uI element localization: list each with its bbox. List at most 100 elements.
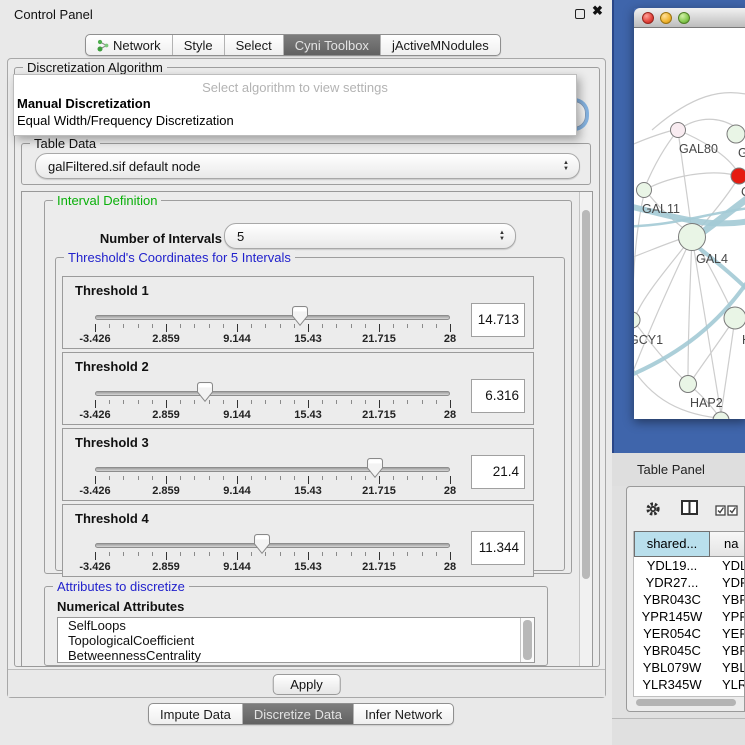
slider-track[interactable] xyxy=(95,315,450,320)
tab-label: jActiveMNodules xyxy=(392,38,489,53)
tab-jactivemnodules[interactable]: jActiveMNodules xyxy=(380,35,500,55)
network-node[interactable] xyxy=(671,123,686,138)
network-node-label: GAL4 xyxy=(696,252,728,266)
split-columns-icon[interactable] xyxy=(681,500,698,520)
network-node-label: GAL80 xyxy=(679,142,718,156)
control-panel: Control Panel ✖ NetworkStyleSelectCyni T… xyxy=(0,0,618,745)
slider-ticks xyxy=(95,400,451,409)
zoom-traffic-light-icon[interactable] xyxy=(678,12,690,24)
network-node[interactable] xyxy=(724,307,745,329)
cell-name[interactable]: YBL0 xyxy=(710,659,744,676)
bottom-tab-bar: Impute Data Discretize Data Infer Network xyxy=(148,703,454,725)
slider-thumb-icon[interactable] xyxy=(367,458,383,478)
number-of-intervals-combobox[interactable]: 5 ▲▼ xyxy=(224,223,516,249)
slider-track[interactable] xyxy=(95,543,450,548)
tab-label: Discretize Data xyxy=(254,707,342,722)
network-node[interactable] xyxy=(713,412,729,419)
cell-shared-name[interactable]: YPR145W xyxy=(634,608,710,625)
node-attribute-table[interactable]: shared... na YDL19...YDL1YDR27...YDR2YBR… xyxy=(633,531,744,696)
network-node[interactable] xyxy=(727,125,745,143)
network-node[interactable] xyxy=(634,312,640,328)
select-columns-icon[interactable] xyxy=(715,503,739,521)
network-edge xyxy=(721,318,735,415)
slider-thumb-icon[interactable] xyxy=(197,382,213,402)
threshold-label: Threshold 3 xyxy=(75,435,149,450)
threshold-value-field[interactable]: 11.344 xyxy=(471,531,525,565)
table-row[interactable]: YBR043CYBR0 xyxy=(634,591,744,608)
network-node[interactable] xyxy=(637,183,652,198)
attribute-list-item[interactable]: TopologicalCoefficient xyxy=(58,633,534,648)
interval-definition-group-title: Interval Definition xyxy=(53,193,161,208)
table-row[interactable]: YDR27...YDR2 xyxy=(634,574,744,591)
table-row[interactable]: YPR145WYPR1 xyxy=(634,608,744,625)
cell-shared-name[interactable]: YBR045C xyxy=(634,642,710,659)
settings-vertical-scrollbar[interactable] xyxy=(579,192,592,666)
gear-icon[interactable] xyxy=(645,501,661,522)
threshold-slider[interactable] xyxy=(95,315,450,320)
threshold-value-field[interactable]: 21.4 xyxy=(471,455,525,489)
numerical-attributes-label: Numerical Attributes xyxy=(57,599,184,614)
slider-track[interactable] xyxy=(95,467,450,472)
tab-style[interactable]: Style xyxy=(172,35,224,55)
cell-name[interactable]: YDL1 xyxy=(710,557,744,574)
cell-name[interactable]: YBR0 xyxy=(710,642,744,659)
close-icon[interactable]: ✖ xyxy=(592,3,603,19)
panel-title: Control Panel xyxy=(14,7,93,22)
slider-track[interactable] xyxy=(95,391,450,396)
attributes-list-scrollbar[interactable] xyxy=(520,618,534,662)
threshold-row: Threshold 1 -3.4262.8599.14415.4321.7152… xyxy=(62,276,534,349)
close-traffic-light-icon[interactable] xyxy=(642,12,654,24)
tab-network[interactable]: Network xyxy=(86,35,172,55)
table-row[interactable]: YDL19...YDL1 xyxy=(634,557,744,574)
threshold-slider[interactable] xyxy=(95,543,450,548)
cell-name[interactable]: YDR2 xyxy=(710,574,744,591)
slider-thumb-icon[interactable] xyxy=(292,306,308,326)
bottom-tab-impute-data[interactable]: Impute Data xyxy=(149,704,242,724)
network-node[interactable] xyxy=(731,168,745,184)
cell-name[interactable]: YPR1 xyxy=(710,608,744,625)
cell-shared-name[interactable]: YLR345W xyxy=(634,676,710,693)
table-data-group-title: Table Data xyxy=(30,136,100,151)
float-window-icon[interactable] xyxy=(575,9,585,19)
algorithm-option[interactable]: Manual Discretization xyxy=(14,95,576,112)
tab-select[interactable]: Select xyxy=(224,35,283,55)
threshold-value-field[interactable]: 14.713 xyxy=(471,303,525,337)
threshold-slider[interactable] xyxy=(95,467,450,472)
cell-shared-name[interactable]: YBL079W xyxy=(634,659,710,676)
table-data-combobox[interactable]: galFiltered.sif default node ▲▼ xyxy=(35,153,580,179)
cell-name[interactable]: YER0 xyxy=(710,625,744,642)
minimize-traffic-light-icon[interactable] xyxy=(660,12,672,24)
attribute-list-item[interactable]: SelfLoops xyxy=(58,618,534,633)
slider-thumb-icon[interactable] xyxy=(254,534,270,554)
column-header-shared-name[interactable]: shared... xyxy=(634,531,710,557)
bottom-tab-discretize-data[interactable]: Discretize Data xyxy=(242,704,353,724)
network-node[interactable] xyxy=(679,224,706,251)
cell-shared-name[interactable]: YBR043C xyxy=(634,591,710,608)
network-node[interactable] xyxy=(680,376,697,393)
cell-shared-name[interactable]: YER054C xyxy=(634,625,710,642)
cell-shared-name[interactable]: YDL19... xyxy=(634,557,710,574)
algorithm-dropdown-prompt: Select algorithm to view settings xyxy=(14,80,576,95)
numerical-attributes-list[interactable]: SelfLoopsTopologicalCoefficientBetweenne… xyxy=(57,617,535,663)
threshold-value-field[interactable]: 6.316 xyxy=(471,379,525,413)
number-of-intervals-label: Number of Intervals xyxy=(88,231,222,246)
algorithm-option[interactable]: Equal Width/Frequency Discretization xyxy=(14,112,576,129)
tab-cyni-toolbox[interactable]: Cyni Toolbox xyxy=(283,35,380,55)
bottom-tab-infer-network[interactable]: Infer Network xyxy=(353,704,453,724)
table-row[interactable]: YBR045CYBR0 xyxy=(634,642,744,659)
cell-name[interactable]: YBR0 xyxy=(710,591,744,608)
apply-button[interactable]: Apply xyxy=(272,674,341,695)
network-edge xyxy=(634,238,684,262)
table-row[interactable]: YER054CYER0 xyxy=(634,625,744,642)
threshold-slider[interactable] xyxy=(95,391,450,396)
cell-name[interactable]: YLR3 xyxy=(710,676,744,693)
cell-shared-name[interactable]: YDR27... xyxy=(634,574,710,591)
right-column: GAL80GACGAL11GAL4GCY1HHAP2 Table Panel xyxy=(612,0,745,745)
table-horizontal-scrollbar[interactable] xyxy=(633,696,744,706)
network-edge xyxy=(636,237,692,315)
table-row[interactable]: YBL079WYBL0 xyxy=(634,659,744,676)
table-row[interactable]: YLR345WYLR3 xyxy=(634,676,744,693)
attribute-list-item[interactable]: BetweennessCentrality xyxy=(58,648,534,663)
network-canvas[interactable]: GAL80GACGAL11GAL4GCY1HHAP2 xyxy=(634,28,745,419)
column-header-name[interactable]: na xyxy=(710,531,744,557)
